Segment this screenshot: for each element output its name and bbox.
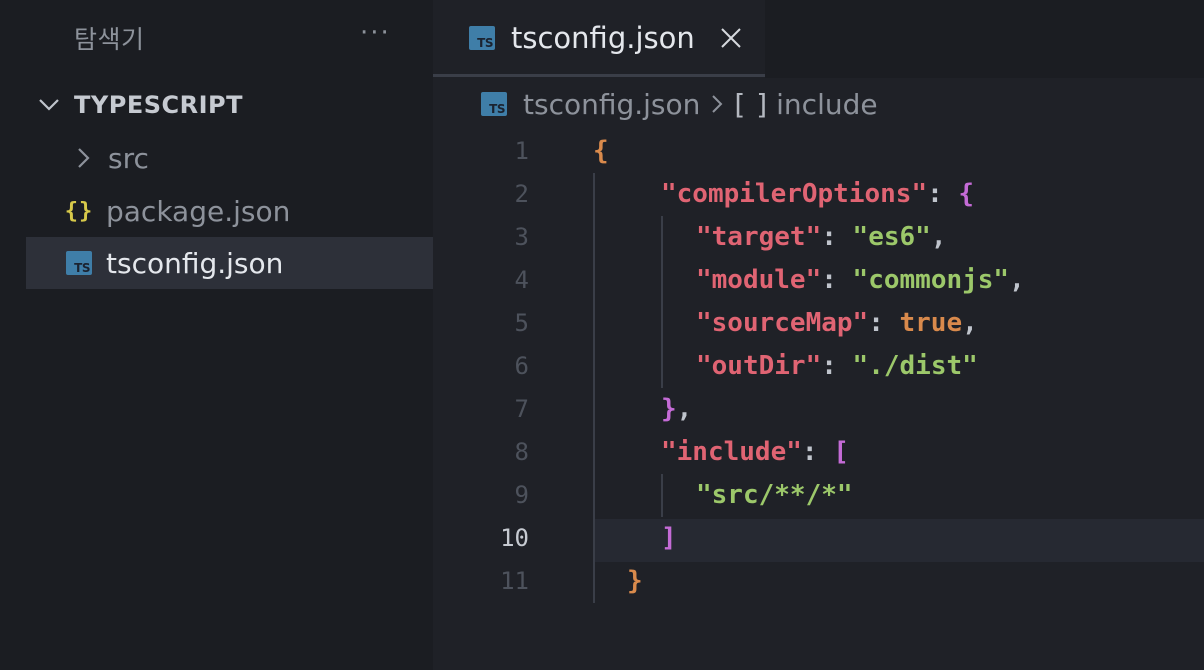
line-number: 6 <box>514 352 529 380</box>
line-number-gutter: 1 2 3 4 5 6 7 8 9 10 11 <box>433 130 543 610</box>
line-number: 4 <box>514 266 529 294</box>
line-number: 3 <box>514 223 529 251</box>
indent-guide <box>593 173 595 603</box>
tree-item-package-json[interactable]: {} package.json <box>26 185 433 237</box>
indent-guide <box>661 474 663 517</box>
code-line-2: "compilerOptions": { <box>661 179 975 209</box>
typescript-file-icon: TS <box>481 92 507 116</box>
chevron-right-icon <box>68 143 98 173</box>
tree-item-label: tsconfig.json <box>106 246 284 280</box>
indent-guide <box>661 216 663 388</box>
code-line-4: "module": "commonjs", <box>696 265 1025 295</box>
line-number: 8 <box>514 438 529 466</box>
code-line-7: }, <box>661 394 693 424</box>
tab-label: tsconfig.json <box>511 21 695 55</box>
line-number: 2 <box>514 180 529 208</box>
code-line-9: "src/**/*" <box>696 480 853 510</box>
breadcrumb: TS tsconfig.json [ ] include <box>433 82 1204 126</box>
code-line-11: } <box>627 566 643 596</box>
explorer-header: 탐색기 ··· <box>0 0 433 76</box>
more-actions-button[interactable]: ··· <box>360 18 391 48</box>
tree-item-label: src <box>108 141 149 175</box>
code-line-1: { <box>593 136 609 166</box>
line-number: 1 <box>514 137 529 165</box>
tab-active-indicator <box>433 74 765 77</box>
chevron-right-icon <box>710 91 728 117</box>
line-number: 7 <box>514 395 529 423</box>
line-number: 9 <box>514 481 529 509</box>
code-line-10: ] <box>661 523 677 553</box>
editor-area: TS tsconfig.json TS tsconfig.json [ ] in… <box>433 0 1204 670</box>
explorer-title: 탐색기 <box>74 25 145 54</box>
chevron-down-icon <box>36 92 62 118</box>
tab-tsconfig-json[interactable]: TS tsconfig.json <box>433 0 765 78</box>
code-line-8: "include": [ <box>661 437 849 467</box>
close-icon[interactable] <box>719 26 743 50</box>
line-number: 5 <box>514 309 529 337</box>
tree-item-src[interactable]: src <box>26 132 433 184</box>
breadcrumb-property[interactable]: include <box>776 88 877 121</box>
explorer-sidebar: 탐색기 ··· TYPESCRIPT src {} package.json T… <box>0 0 433 670</box>
line-number: 11 <box>500 567 529 595</box>
code-text-area[interactable]: { "compilerOptions": { "target": "es6", … <box>593 130 1204 610</box>
json-braces-icon: {} <box>64 198 94 224</box>
tree-item-label: package.json <box>106 194 291 228</box>
code-line-6: "outDir": "./dist" <box>696 351 978 381</box>
breadcrumb-file[interactable]: tsconfig.json <box>523 88 700 121</box>
typescript-file-icon: TS <box>469 26 495 50</box>
tree-item-tsconfig-json[interactable]: TS tsconfig.json <box>26 237 433 289</box>
code-line-5: "sourceMap": true, <box>696 308 978 338</box>
section-label: TYPESCRIPT <box>74 91 244 119</box>
line-number-active: 10 <box>500 524 529 552</box>
array-icon: [ ] <box>734 87 769 121</box>
code-line-3: "target": "es6", <box>696 222 947 252</box>
section-typescript[interactable]: TYPESCRIPT <box>36 84 416 126</box>
tab-bar: TS tsconfig.json <box>433 0 1204 78</box>
typescript-file-icon: TS <box>64 248 94 278</box>
